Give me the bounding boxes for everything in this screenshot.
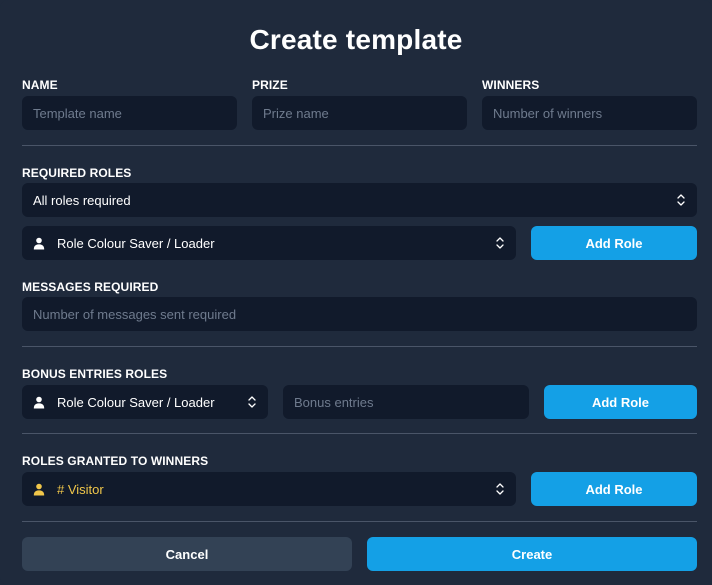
roles-granted-label: ROLES GRANTED TO WINNERS: [22, 454, 209, 468]
chevron-up-down-icon: [495, 482, 505, 496]
name-label: NAME: [22, 78, 58, 92]
cancel-button[interactable]: Cancel: [22, 537, 352, 571]
bonus-role-select[interactable]: Role Colour Saver / Loader: [22, 385, 268, 419]
messages-required-input[interactable]: [33, 306, 686, 322]
winners-input[interactable]: [493, 105, 686, 121]
bonus-role-value: Role Colour Saver / Loader: [57, 394, 215, 410]
user-icon: [33, 237, 57, 250]
required-role-select[interactable]: Role Colour Saver / Loader: [22, 226, 516, 260]
chevron-up-down-icon: [495, 236, 505, 250]
prize-input[interactable]: [263, 105, 456, 121]
bonus-entries-field[interactable]: [283, 385, 529, 419]
chevron-up-down-icon: [676, 193, 686, 207]
required-roles-mode-value: All roles required: [33, 192, 131, 208]
add-required-role-button[interactable]: Add Role: [531, 226, 697, 260]
bonus-entries-label: BONUS ENTRIES ROLES: [22, 367, 168, 381]
section-divider: [22, 521, 697, 522]
prize-label: PRIZE: [252, 78, 288, 92]
required-role-value: Role Colour Saver / Loader: [57, 235, 215, 251]
create-template-dialog: Create template NAME PRIZE WINNERS REQUI…: [0, 0, 712, 585]
add-granted-role-button[interactable]: Add Role: [531, 472, 697, 506]
dialog-title: Create template: [249, 24, 463, 55]
winners-field[interactable]: [482, 96, 697, 130]
required-roles-label: REQUIRED ROLES: [22, 166, 132, 180]
prize-field[interactable]: [252, 96, 467, 130]
name-input[interactable]: [33, 105, 226, 121]
messages-required-field[interactable]: [22, 297, 697, 331]
add-bonus-role-button[interactable]: Add Role: [544, 385, 697, 419]
user-icon: [33, 483, 57, 496]
section-divider: [22, 145, 697, 146]
granted-role-select[interactable]: # Visitor: [22, 472, 516, 506]
chevron-up-down-icon: [247, 395, 257, 409]
create-button[interactable]: Create: [367, 537, 697, 571]
winners-label: WINNERS: [482, 78, 540, 92]
required-roles-mode-select[interactable]: All roles required: [22, 183, 697, 217]
messages-required-label: MESSAGES REQUIRED: [22, 280, 159, 294]
section-divider: [22, 433, 697, 434]
user-icon: [33, 396, 57, 409]
bonus-entries-input[interactable]: [294, 394, 518, 410]
granted-role-value: # Visitor: [57, 481, 104, 497]
section-divider: [22, 346, 697, 347]
name-field[interactable]: [22, 96, 237, 130]
